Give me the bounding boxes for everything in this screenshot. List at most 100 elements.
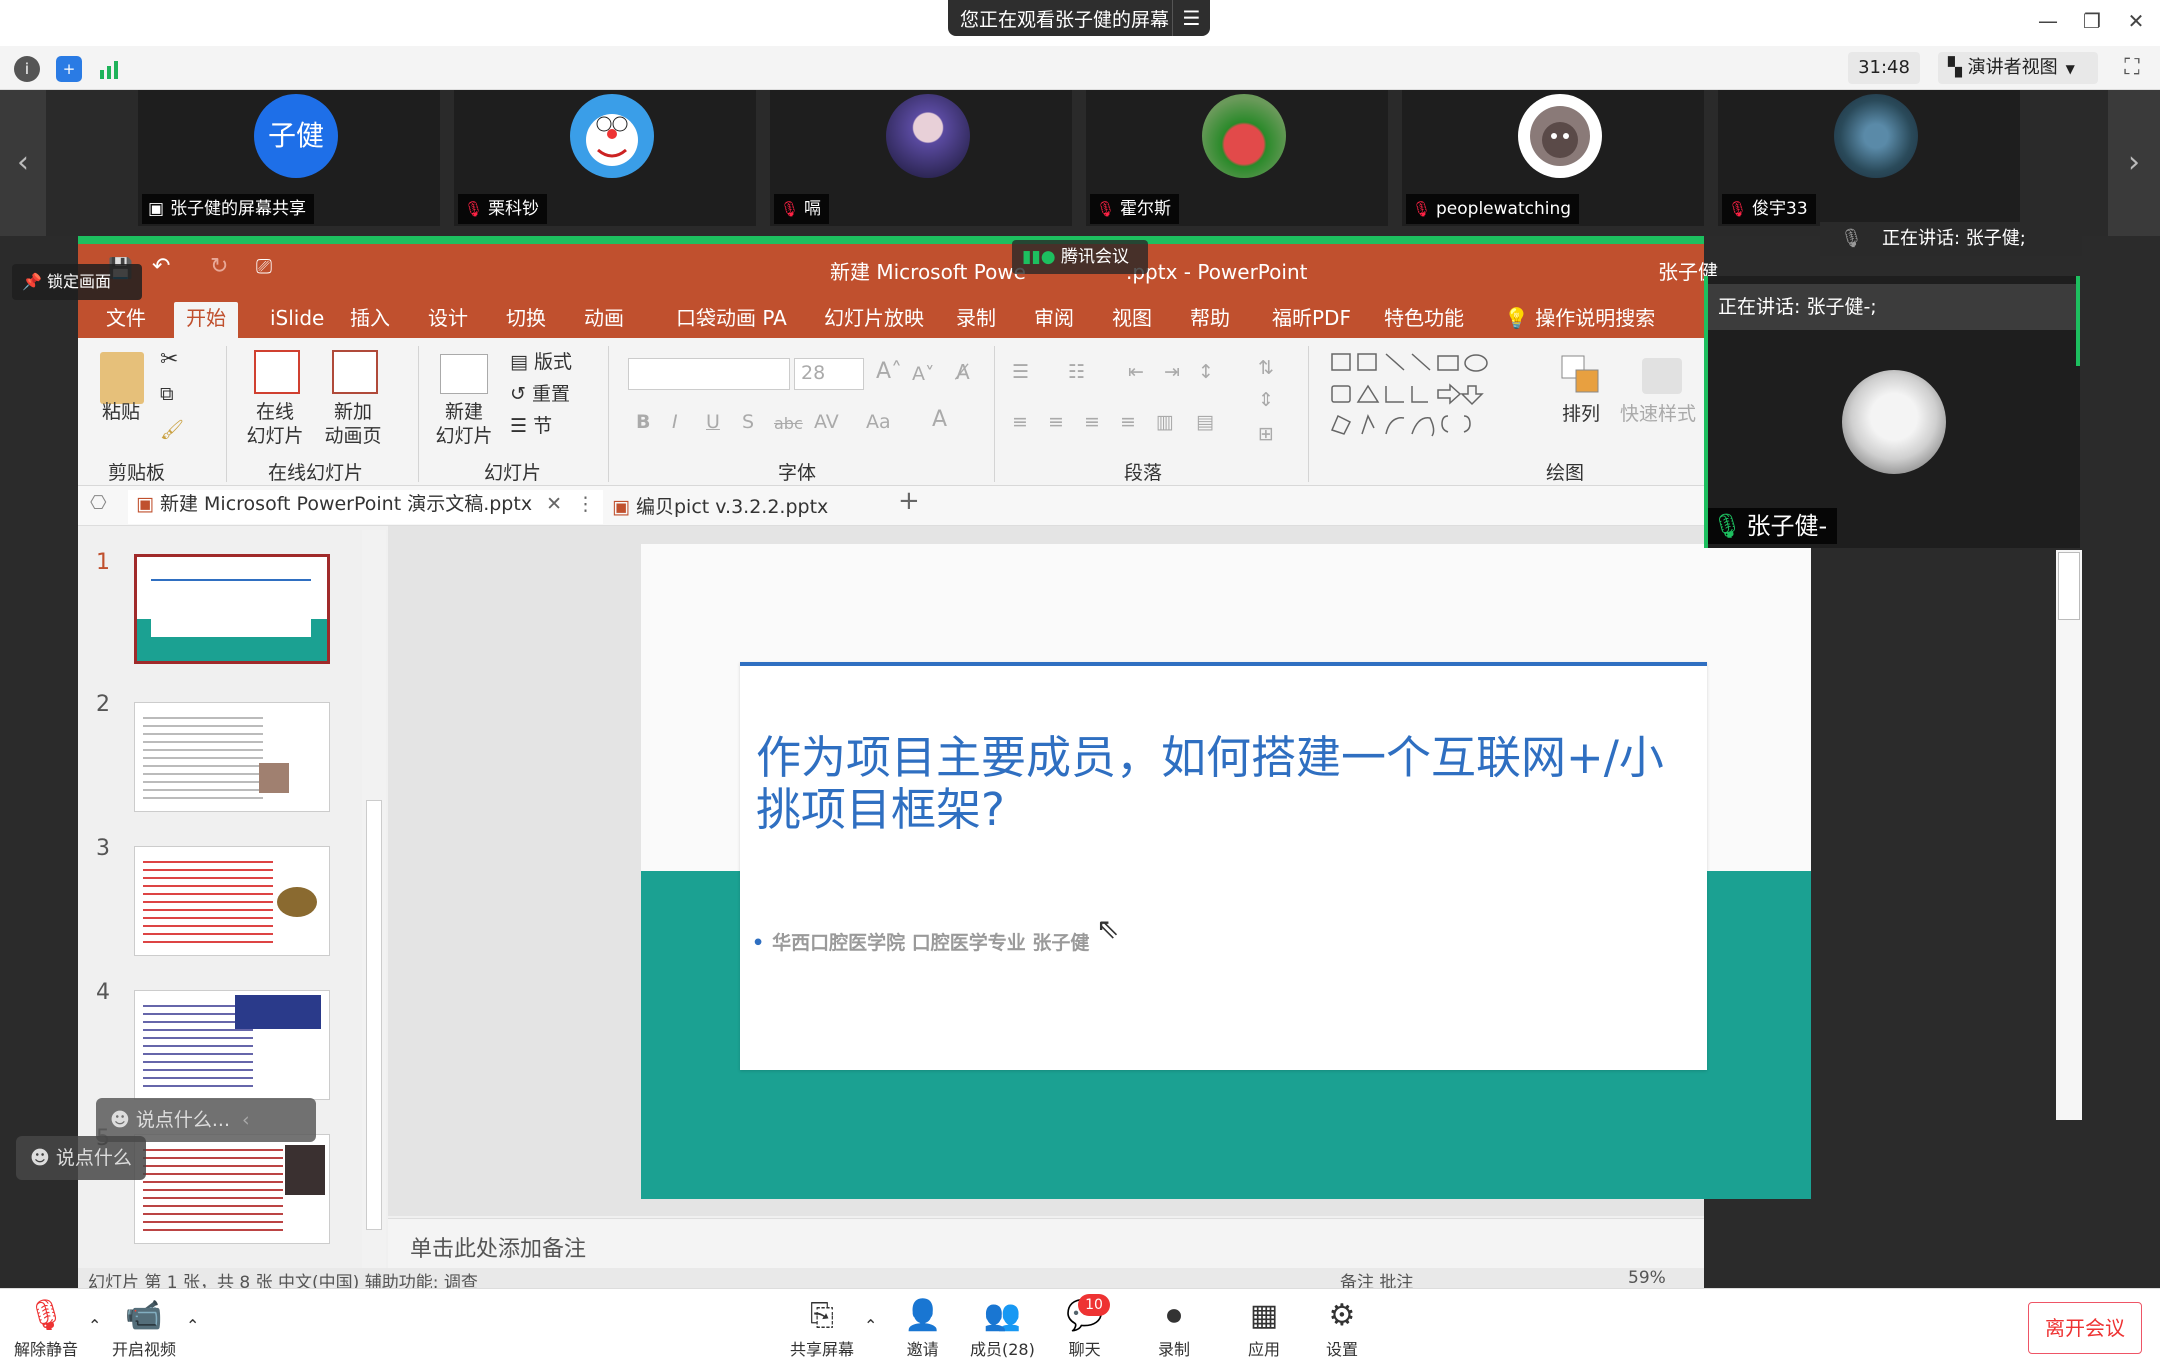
layout-button[interactable]: ▤ 版式 (510, 350, 572, 374)
chat-input-bubble-collapsed[interactable]: ☻ 说点什么 (16, 1136, 146, 1180)
online-slide-button[interactable]: 在线 幻灯片 (240, 400, 310, 448)
restore-icon[interactable]: ❐ (2072, 6, 2112, 36)
fullscreen-icon[interactable]: ⛶ (2118, 54, 2146, 82)
slide-thumbnail[interactable] (134, 846, 330, 956)
doc-tab-active[interactable]: ▣ 新建 Microsoft PowerPoint 演示文稿.pptx ✕ ⋮ (128, 490, 603, 524)
participant-tile[interactable]: 子健 ▣ 张子健的屏幕共享 (138, 90, 440, 226)
unmute-button[interactable]: 🎙 解除静音 (14, 1296, 78, 1360)
redo-icon[interactable]: ↻ (210, 254, 228, 279)
members-button[interactable]: 👥 成员(28) (970, 1296, 1035, 1360)
change-case-icon[interactable]: Aa (866, 410, 891, 434)
reset-button[interactable]: ↺ 重置 (510, 382, 570, 406)
leave-meeting-button[interactable]: 离开会议 (2028, 1302, 2142, 1354)
tab-manager-icon[interactable]: ⎔ (90, 492, 107, 514)
undo-icon[interactable]: ↶ (152, 254, 170, 279)
close-icon[interactable]: ✕ (546, 493, 562, 515)
clear-format-icon[interactable]: A̸ (956, 360, 970, 384)
increase-indent-icon[interactable]: ⇥ (1164, 360, 1180, 384)
record-button[interactable]: ⏺ 录制 (1158, 1296, 1190, 1360)
paste-icon[interactable] (100, 352, 144, 404)
align-text-icon[interactable]: ⇕ (1258, 388, 1274, 412)
align-left-icon[interactable]: ≡ (1012, 410, 1028, 434)
tab-pocket-animation[interactable]: 口袋动画 PA (664, 302, 799, 338)
slide-thumbnail[interactable] (134, 1134, 330, 1244)
slide-thumbnail[interactable] (134, 554, 330, 664)
tab-file[interactable]: 文件 (94, 302, 158, 338)
settings-button[interactable]: ⚙ 设置 (1326, 1296, 1358, 1360)
chevron-up-icon[interactable]: ⌃ (186, 1316, 199, 1335)
strikethrough-icon[interactable]: abc (774, 412, 803, 436)
align-right-icon[interactable]: ≡ (1084, 410, 1100, 434)
tab-special[interactable]: 特色功能 (1372, 302, 1476, 338)
text-direction-icon[interactable]: ⇅ (1258, 356, 1274, 380)
distributed-icon[interactable]: ▥ (1156, 410, 1174, 434)
justify-icon[interactable]: ≡ (1120, 410, 1136, 434)
participant-tile[interactable]: 🎙 霍尔斯 (1086, 90, 1388, 226)
new-slide-button[interactable]: 新建 幻灯片 (426, 400, 502, 448)
view-mode-dropdown[interactable]: ▚ 演讲者视图 ▼ (1938, 52, 2098, 84)
format-painter-icon[interactable]: 🖌 (160, 418, 184, 442)
notes-pane[interactable]: 单击此处添加备注 (388, 1218, 1704, 1268)
tab-home[interactable]: 开始 (174, 302, 238, 338)
tab-foxit-pdf[interactable]: 福昕PDF (1260, 302, 1363, 338)
doc-tab[interactable]: ▣ 编贝pict v.3.2.2.pptx (612, 492, 828, 519)
decrease-indent-icon[interactable]: ⇤ (1128, 360, 1144, 384)
new-tab-icon[interactable]: + (898, 486, 920, 516)
slide-scrollbar[interactable] (2056, 550, 2082, 1120)
thumbnail-scrollbar[interactable] (362, 530, 386, 1270)
italic-icon[interactable]: I (672, 410, 678, 434)
close-window-icon[interactable]: ✕ (2116, 6, 2156, 36)
participant-tile[interactable]: 🎙 peoplewatching (1402, 90, 1704, 226)
share-screen-button[interactable]: ⎘ 共享屏幕 (790, 1296, 854, 1360)
invite-button[interactable]: 👤 邀请 (904, 1296, 941, 1360)
tab-islide[interactable]: iSlide (258, 302, 336, 338)
more-icon[interactable]: ⋮ (576, 493, 595, 515)
arrange-button[interactable]: 排列 (1562, 402, 1600, 426)
lock-view-button[interactable]: 📌 锁定画面 (12, 264, 142, 300)
participant-tile[interactable]: 🎙 俊宇33 (1718, 90, 2020, 226)
strip-prev-icon[interactable]: ‹ (0, 90, 46, 236)
new-anim-page-button[interactable]: 新加 动画页 (318, 400, 388, 448)
video-button[interactable]: 📹 开启视频 (112, 1296, 176, 1360)
tab-view[interactable]: 视图 (1100, 302, 1164, 338)
slide-subtitle[interactable]: • 华西口腔医学院 口腔医学专业 张子健 (752, 928, 1089, 955)
quick-style-button[interactable]: 快速样式 (1620, 402, 1696, 426)
slide-thumbnail[interactable] (134, 702, 330, 812)
tab-design[interactable]: 设计 (416, 302, 480, 338)
arrange-icon[interactable] (1560, 354, 1604, 398)
tab-record[interactable]: 录制 (944, 302, 1008, 338)
slide-thumbnail[interactable] (134, 990, 330, 1100)
bullets-icon[interactable]: ☰ (1012, 360, 1029, 384)
tab-animations[interactable]: 动画 (572, 302, 636, 338)
tab-help[interactable]: 帮助 (1178, 302, 1242, 338)
status-notes-comments[interactable]: 备注 批注 (1340, 1268, 1413, 1288)
chevron-left-icon[interactable]: ‹ (242, 1109, 250, 1131)
line-spacing-icon[interactable]: ↕ (1198, 360, 1214, 384)
online-slide-icon[interactable] (254, 350, 300, 394)
strip-next-icon[interactable]: › (2108, 90, 2160, 236)
participant-tile[interactable]: 🎙 栗科钞 (454, 90, 756, 226)
tell-me-search[interactable]: 💡 操作说明搜索 (1492, 302, 1667, 338)
columns-icon[interactable]: ▤ (1196, 410, 1214, 434)
zoom-level[interactable]: 59% (1628, 1268, 1666, 1288)
participant-tile[interactable]: 🎙 嗝 (770, 90, 1072, 226)
chevron-up-icon[interactable]: ⌃ (88, 1316, 101, 1335)
apps-button[interactable]: ▦ 应用 (1248, 1296, 1280, 1360)
tab-transitions[interactable]: 切换 (494, 302, 558, 338)
cut-icon[interactable]: ✂ (160, 348, 178, 372)
decrease-font-icon[interactable]: A˅ (912, 362, 935, 386)
info-icon[interactable]: i (14, 56, 40, 82)
tab-review[interactable]: 审阅 (1022, 302, 1086, 338)
present-icon[interactable]: ⎚ (256, 254, 272, 278)
smartart-icon[interactable]: ⊞ (1258, 422, 1274, 446)
font-color-icon[interactable]: A (932, 408, 947, 432)
security-shield-icon[interactable]: + (56, 56, 82, 82)
new-anim-page-icon[interactable] (332, 350, 378, 394)
font-size-select[interactable]: 28 (794, 358, 864, 390)
shadow-icon[interactable]: S (742, 410, 754, 434)
paste-label[interactable]: 粘贴 (102, 400, 140, 424)
tab-slideshow[interactable]: 幻灯片放映 (812, 302, 936, 338)
copy-icon[interactable]: ⧉ (160, 382, 174, 406)
tab-insert[interactable]: 插入 (338, 302, 402, 338)
bold-icon[interactable]: B (636, 410, 650, 434)
